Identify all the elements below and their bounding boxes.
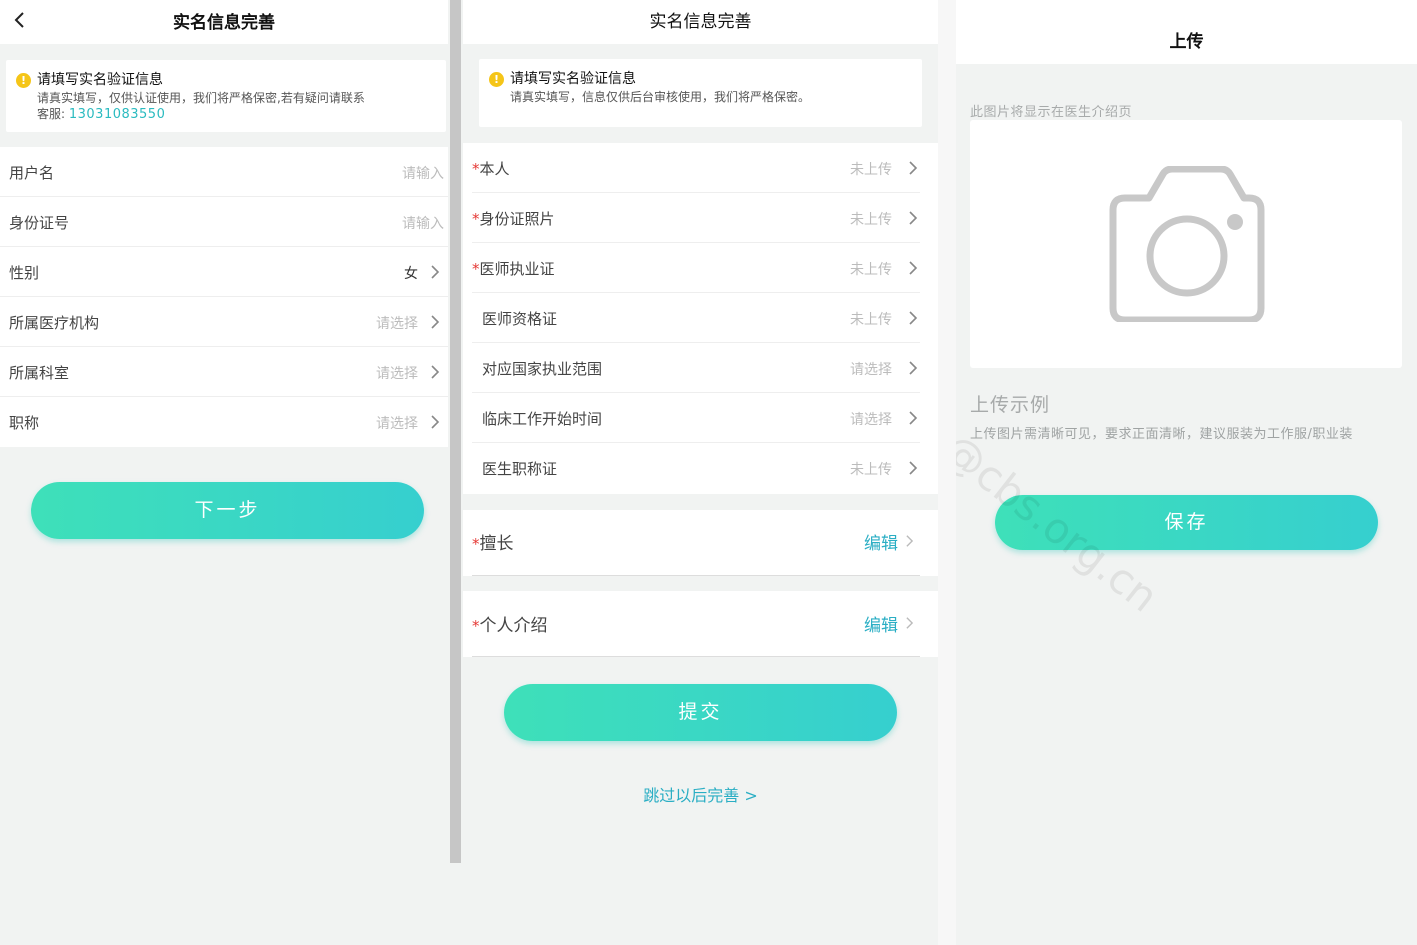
qualification-cert-row[interactable]: 医师资格证 未上传 [472,293,920,343]
specialty-edit-link[interactable]: 编辑 [864,529,898,554]
chevron-right-icon [909,261,918,275]
submit-button[interactable]: 提交 [504,684,897,741]
select-status: 请选择 [850,362,892,378]
practice-scope-row[interactable]: 对应国家执业范围 请选择 [472,343,920,393]
header: 实名信息完善 [0,0,448,44]
chevron-right-icon [909,461,918,475]
row-label: 所属医疗机构 [9,314,100,332]
page-title: 实名信息完善 [173,13,275,33]
panel-basic-info: 实名信息完善 ! 请填写实名验证信息 请真实填写，仅供认证使用，我们将严格保密,… [0,0,448,945]
example-description: 上传图片需清晰可见，要求正面清晰，建议服装为工作服/职业装 [970,427,1353,442]
camera-icon [1109,166,1265,322]
example-title: 上传示例 [970,394,1051,416]
select-status: 请选择 [850,412,892,428]
id-number-input[interactable]: 请输入 [402,213,444,233]
row-label: 医师资格证 [482,310,558,328]
institution-value: 请选择 [376,316,418,332]
row-label: *医师执业证 [472,260,555,278]
row-label: 用户名 [9,164,55,182]
upload-hint: 此图片将显示在医生介绍页 [970,105,1133,120]
chevron-right-icon [909,411,918,425]
upload-status: 未上传 [850,462,892,478]
upload-status: 未上传 [850,212,892,228]
introduction-card[interactable]: *个人介绍 编辑 [463,591,938,657]
notice-description: 请真实填写，信息仅供后台审核使用，我们将严格保密。 [510,90,811,104]
gender-row[interactable]: 性别 女 [0,247,448,297]
panel-divider [938,0,956,945]
row-label: 所属科室 [9,364,70,382]
username-row[interactable]: 用户名 请输入 [0,147,448,197]
scrollbar[interactable] [450,0,461,863]
photo-upload-area[interactable] [970,120,1402,368]
department-value: 请选择 [376,366,418,382]
panel-divider [448,0,463,945]
row-label: *本人 [472,160,510,178]
department-row[interactable]: 所属科室 请选择 [0,347,448,397]
introduction-label: *个人介绍 [472,616,548,636]
row-label: 医生职称证 [482,460,558,478]
row-label: 身份证号 [9,214,70,232]
gender-value: 女 [404,266,418,282]
chevron-right-icon [431,265,440,279]
username-input[interactable]: 请输入 [402,163,444,183]
row-label: 临床工作开始时间 [482,410,603,428]
page-title: 实名信息完善 [649,12,752,32]
panel-upload: 上传 此图片将显示在医生介绍页 上传示例 上传图片需清晰可见，要求正面清晰，建议… [956,0,1417,945]
notice-title: 请填写实名验证信息 [37,72,163,88]
chevron-right-icon [431,415,440,429]
upload-status: 未上传 [850,312,892,328]
warning-icon: ! [16,73,31,88]
id-photo-row[interactable]: *身份证照片 未上传 [472,193,920,243]
title-row[interactable]: 职称 请选择 [0,397,448,447]
row-label: *身份证照片 [472,210,555,228]
job-title-value: 请选择 [376,416,418,432]
notice-description: 请真实填写，仅供认证使用，我们将严格保密,若有疑问请联系 客服: 1303108… [37,91,365,122]
skip-link[interactable]: 跳过以后完善 > [463,782,938,806]
chevron-right-icon [909,311,918,325]
row-label: 对应国家执业范围 [482,360,603,378]
page-title: 上传 [1169,32,1204,52]
chevron-right-icon [909,161,918,175]
chevron-right-icon [909,211,918,225]
qualification-list: *本人 未上传 *身份证照片 未上传 *医师执业证 未上传 医师资格证 未上传 … [463,143,938,494]
chevron-right-icon [906,535,914,547]
chevron-right-icon [906,617,914,629]
divider [472,656,920,657]
upload-status: 未上传 [850,162,892,178]
row-label: 职称 [9,414,40,432]
upload-status: 未上传 [850,262,892,278]
header: 实名信息完善 [463,0,938,44]
chevron-right-icon [431,315,440,329]
row-label: 性别 [9,264,40,282]
title-cert-row[interactable]: 医生职称证 未上传 [472,443,920,493]
service-phone[interactable]: 13031083550 [69,107,165,122]
notice-card: ! 请填写实名验证信息 请真实填写，仅供认证使用，我们将严格保密,若有疑问请联系… [6,60,446,132]
institution-row[interactable]: 所属医疗机构 请选择 [0,297,448,347]
next-step-button[interactable]: 下一步 [31,482,424,539]
work-start-time-row[interactable]: 临床工作开始时间 请选择 [472,393,920,443]
divider [472,575,920,576]
specialty-label: *擅长 [472,534,514,554]
practice-license-row[interactable]: *医师执业证 未上传 [472,243,920,293]
id-number-row[interactable]: 身份证号 请输入 [0,197,448,247]
chevron-right-icon [909,361,918,375]
panel-qualification: 实名信息完善 ! 请填写实名验证信息 请真实填写，信息仅供后台审核使用，我们将严… [463,0,938,945]
chevron-right-icon [431,365,440,379]
self-photo-row[interactable]: *本人 未上传 [472,143,920,193]
warning-icon: ! [489,72,504,87]
notice-title: 请填写实名验证信息 [510,71,636,87]
specialty-card[interactable]: *擅长 编辑 [463,510,938,576]
header: 上传 [956,0,1417,64]
introduction-edit-link[interactable]: 编辑 [864,611,898,636]
notice-card: ! 请填写实名验证信息 请真实填写，信息仅供后台审核使用，我们将严格保密。 [479,59,922,127]
basic-info-list: 用户名 请输入 身份证号 请输入 性别 女 所属医疗机构 请选择 所属科室 请选… [0,147,448,447]
